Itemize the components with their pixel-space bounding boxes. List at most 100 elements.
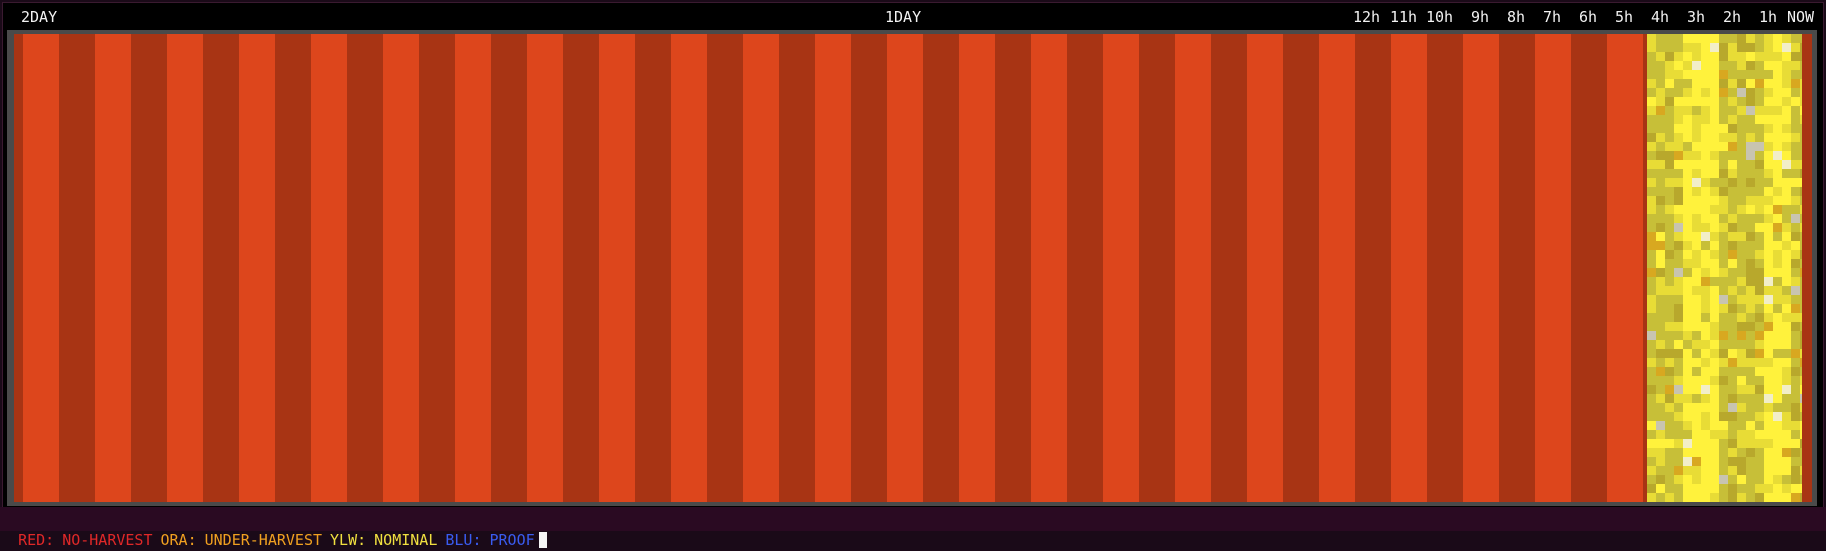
heatmap-cell <box>1692 178 1701 187</box>
heatmap-cell <box>1755 412 1764 421</box>
heatmap-cell <box>1737 358 1746 367</box>
heatmap-cell <box>1692 367 1701 376</box>
label-12h: 12h <box>1353 8 1381 26</box>
heatmap-cell <box>1728 304 1737 313</box>
heatmap-cell <box>1683 376 1692 385</box>
heatmap-cell <box>1701 43 1710 52</box>
heatmap-column <box>1355 34 1391 502</box>
heatmap-cell <box>1719 259 1728 268</box>
heatmap-cell <box>1737 43 1746 52</box>
heatmap-cell <box>1764 457 1773 466</box>
heatmap-cell <box>1683 385 1692 394</box>
heatmap-column <box>1247 34 1283 502</box>
heatmap-cell <box>1665 124 1674 133</box>
heatmap-cell <box>1674 331 1683 340</box>
heatmap-cell <box>1773 160 1782 169</box>
heatmap-cell <box>1656 412 1665 421</box>
heatmap-cell <box>1647 214 1656 223</box>
heatmap-cell <box>1710 358 1719 367</box>
heatmap-cell <box>1701 124 1710 133</box>
heatmap-cell <box>1647 124 1656 133</box>
heatmap-cell <box>1710 115 1719 124</box>
heatmap-cell <box>1755 169 1764 178</box>
heatmap-cell <box>1710 97 1719 106</box>
heatmap-cell <box>1692 385 1701 394</box>
heatmap-cell <box>1755 484 1764 493</box>
heatmap-cell <box>1674 493 1683 502</box>
heatmap-cell <box>1710 259 1719 268</box>
heatmap-cell <box>1755 133 1764 142</box>
heatmap-cell <box>1737 466 1746 475</box>
heatmap-cell <box>1701 151 1710 160</box>
heatmap-cell <box>1773 214 1782 223</box>
heatmap-cell <box>1764 61 1773 70</box>
heatmap-cell <box>1719 448 1728 457</box>
heatmap-cell <box>1710 412 1719 421</box>
heatmap-cell <box>1701 61 1710 70</box>
heatmap-cell <box>1701 178 1710 187</box>
heatmap-cell <box>1746 232 1755 241</box>
heatmap-cell <box>1692 61 1701 70</box>
heatmap-cell <box>1755 286 1764 295</box>
heatmap-cell <box>1782 457 1791 466</box>
heatmap-cell <box>1782 250 1791 259</box>
heatmap-cell <box>1746 394 1755 403</box>
heatmap-cell <box>1656 124 1665 133</box>
heatmap-cell <box>1737 349 1746 358</box>
heatmap-cell <box>1755 214 1764 223</box>
heatmap-column <box>707 34 743 502</box>
heatmap-cell <box>1773 493 1782 502</box>
heatmap-cell <box>1683 349 1692 358</box>
heatmap-cell <box>1701 160 1710 169</box>
heatmap-cell <box>1647 106 1656 115</box>
heatmap-cell <box>1674 34 1683 43</box>
heatmap-cell <box>1791 250 1800 259</box>
heatmap-cell <box>1656 466 1665 475</box>
heatmap-cell <box>1728 259 1737 268</box>
heatmap-cell <box>1755 349 1764 358</box>
heatmap-cell <box>1737 448 1746 457</box>
heatmap-cell <box>1746 439 1755 448</box>
heatmap-cell <box>1656 286 1665 295</box>
heatmap-cell <box>1746 34 1755 43</box>
heatmap-cell <box>1755 466 1764 475</box>
heatmap-cell <box>1728 286 1737 295</box>
heatmap-cell <box>1791 295 1800 304</box>
heatmap-cell <box>1647 115 1656 124</box>
heatmap-cell <box>1728 97 1737 106</box>
heatmap-cell <box>1674 61 1683 70</box>
heatmap-cell <box>1737 412 1746 421</box>
heatmap-cell <box>1674 421 1683 430</box>
heatmap-cell <box>1692 430 1701 439</box>
heatmap-cell <box>1737 241 1746 250</box>
heatmap-cell <box>1791 466 1800 475</box>
heatmap-cell <box>1791 142 1800 151</box>
heatmap-cell <box>1710 196 1719 205</box>
heatmap-cell <box>1737 187 1746 196</box>
heatmap-cell <box>1728 115 1737 124</box>
heatmap-cell <box>1746 106 1755 115</box>
heatmap-cell <box>1755 259 1764 268</box>
heatmap-cell <box>1764 79 1773 88</box>
terminal-cursor[interactable] <box>538 532 547 548</box>
heatmap-cell <box>1728 106 1737 115</box>
heatmap-cell <box>1764 133 1773 142</box>
heatmap-cell <box>1791 214 1800 223</box>
heatmap-cell <box>1791 259 1800 268</box>
heatmap-cell <box>1746 88 1755 97</box>
heatmap-cell <box>1656 439 1665 448</box>
heatmap-cell <box>1764 151 1773 160</box>
label-2h: 2h <box>1723 8 1742 26</box>
heatmap-cell <box>1701 322 1710 331</box>
heatmap-cell <box>1746 223 1755 232</box>
heatmap-cell <box>1755 268 1764 277</box>
heatmap-cell <box>1683 340 1692 349</box>
heatmap-cell <box>1683 358 1692 367</box>
heatmap-cell <box>1701 358 1710 367</box>
heatmap-cell <box>1665 52 1674 61</box>
heatmap-cell <box>1701 475 1710 484</box>
heatmap-cell <box>1737 277 1746 286</box>
heatmap-cell <box>1647 133 1656 142</box>
heatmap-cell <box>1692 295 1701 304</box>
heatmap-cell <box>1656 448 1665 457</box>
